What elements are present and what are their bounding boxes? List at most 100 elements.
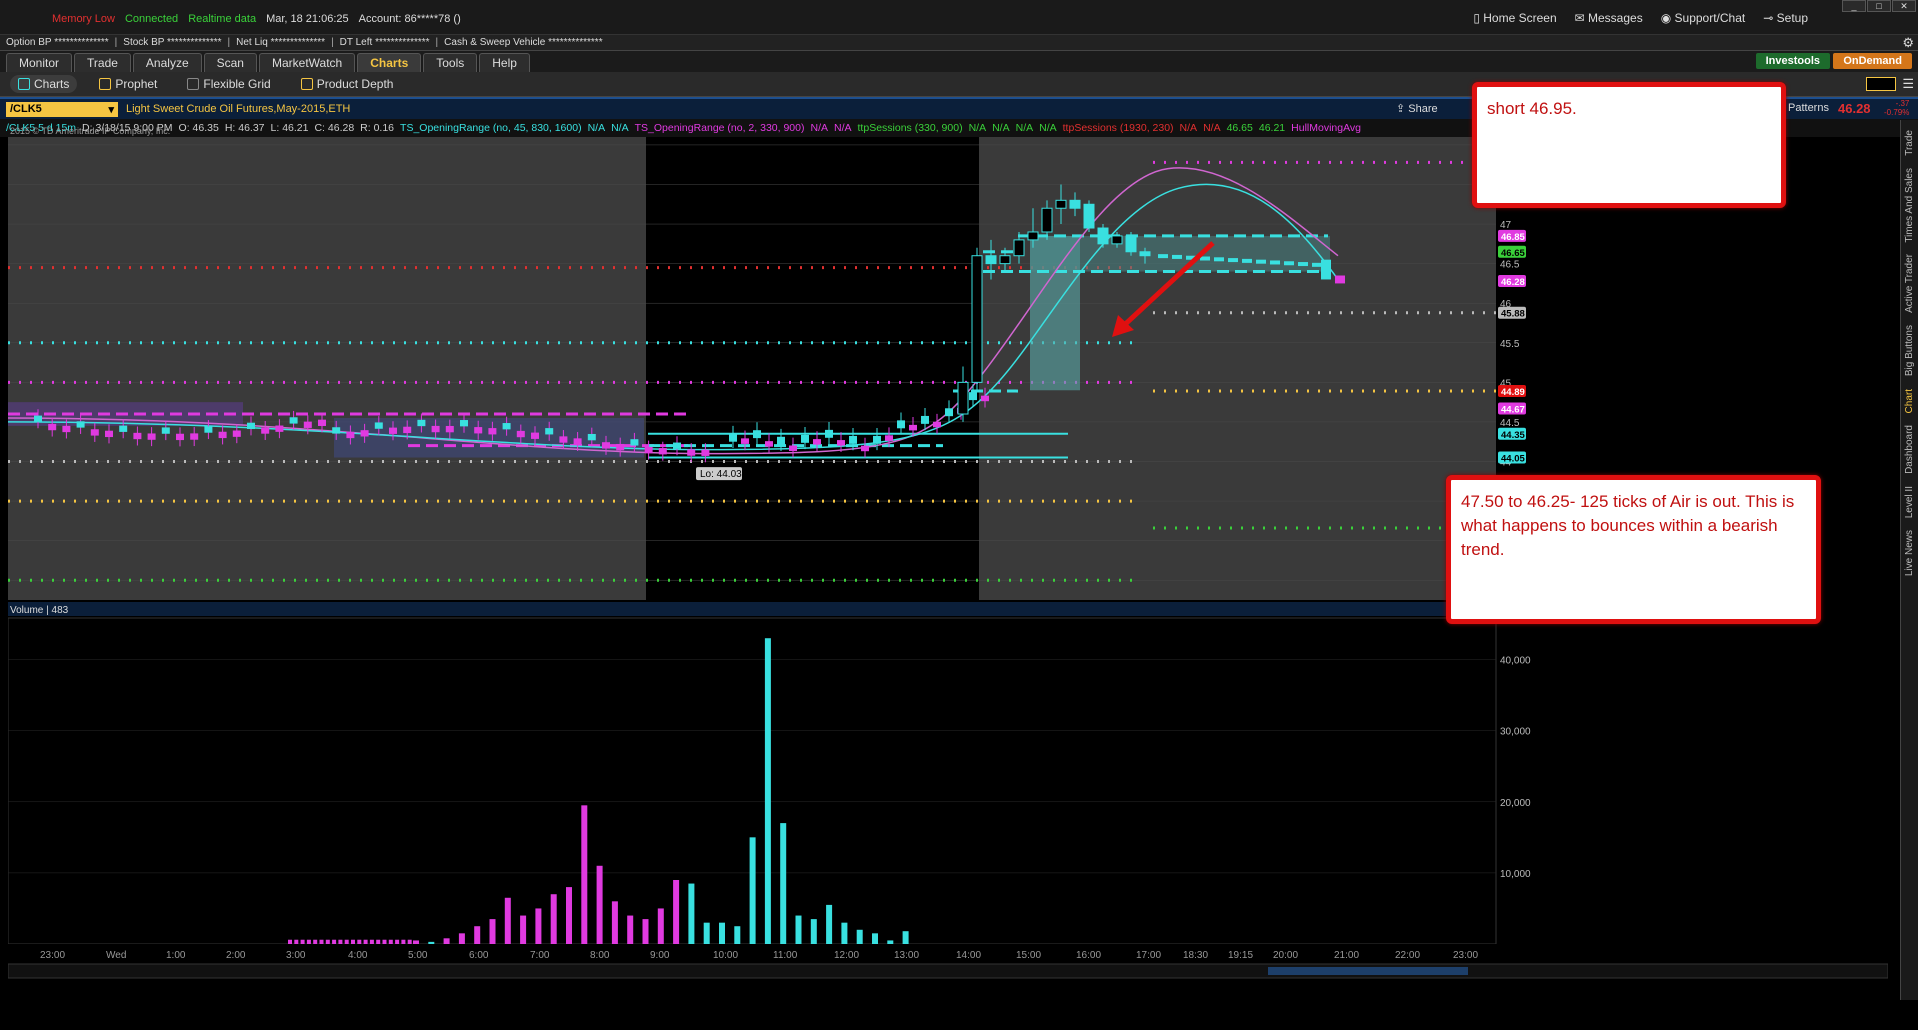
time-tick: 11:00 [773,950,798,961]
candle-body [275,425,284,432]
minimize-button[interactable]: _ [1842,0,1866,12]
subtab-charts[interactable]: Charts [10,75,78,93]
home-icon: ▯ [1473,11,1484,25]
volume-bar [458,933,465,944]
tab-help[interactable]: Help [479,53,530,72]
study-value: N/A [611,122,629,134]
account-bar: Option BP ************** | Stock BP *****… [0,35,1918,51]
candle-body [957,381,969,415]
study-value: TS_OpeningRange (no, 45, 830, 1600) [400,122,582,134]
volume-bar [413,940,419,944]
time-tick: 23:00 [1453,950,1478,961]
volume-bar [319,939,324,944]
subtab-product-depth[interactable]: Product Depth [293,75,402,93]
volume-bar [332,939,337,944]
volume-bar [344,939,349,944]
account-selector[interactable]: Account: 86*****78 () [359,13,461,25]
tab-marketwatch[interactable]: MarketWatch [258,53,356,72]
side-tab-dashboard[interactable]: Dashboard [1904,425,1915,474]
side-tab-level-ii[interactable]: Level II [1904,486,1915,518]
study-value: N/A [1203,122,1221,134]
tab-analyze[interactable]: Analyze [132,53,202,72]
time-tick: 8:00 [590,950,610,961]
candle-body [431,425,440,433]
study-value: HullMovingAvg [1291,122,1361,134]
side-tab-big-buttons[interactable]: Big Buttons [1904,325,1915,376]
candle-body [701,449,710,456]
tab-scan[interactable]: Scan [203,53,257,72]
tab-trade[interactable]: Trade [74,53,131,72]
share-button[interactable]: ⇪ Share [1396,102,1438,115]
candle-body [825,429,833,438]
price-tag: 44.67 [1501,404,1525,415]
price-change: -.37 -0.79% [1884,99,1910,117]
setup-link[interactable]: ⊸ Setup [1763,11,1808,25]
volume-bar [428,941,435,944]
candle-body [1321,259,1331,280]
candle-body [247,422,255,430]
study-value: N/A [834,122,852,134]
investools-button[interactable]: Investools [1755,53,1830,69]
candle-body [417,419,426,427]
candle-body [1270,260,1280,265]
price-tag: 44.05 [1501,454,1525,465]
volume-bar [673,880,680,944]
candle-body [516,430,525,438]
candle-body [559,436,568,443]
study-value: L: 46.21 [270,122,309,134]
side-tab-times-and-sales[interactable]: Times And Sales [1904,168,1915,243]
time-tick: 9:00 [650,950,670,961]
subtab-prophet[interactable]: Prophet [91,75,165,93]
layout-picker[interactable] [1866,77,1896,91]
candle-body [531,432,539,439]
time-tick: 2:00 [226,950,246,961]
volume-bar [749,837,756,944]
candle-body [1172,254,1182,259]
time-tick: 7:00 [530,950,550,961]
home-screen-link[interactable]: ▯ Home Screen [1473,11,1556,25]
candle-body [1069,199,1081,209]
tab-tools[interactable]: Tools [423,53,478,72]
candle-body [1097,227,1109,245]
time-tick: 18:30 [1183,950,1208,961]
candle-body [616,443,625,451]
gear-icon[interactable]: ⚙ [1902,35,1914,51]
price-tag: 46.28 [1501,277,1525,288]
candle-body [849,435,857,444]
maximize-button[interactable]: □ [1867,0,1891,12]
tab-charts[interactable]: Charts [357,53,422,72]
study-value: N/A [1015,122,1034,134]
close-window-button[interactable]: ✕ [1892,0,1916,12]
ondemand-button[interactable]: OnDemand [1833,53,1912,69]
candle-body [921,415,929,424]
chevron-down-icon: ▾ [108,103,114,116]
candle-body [687,449,696,456]
side-tab-active-trader[interactable]: Active Trader [1904,254,1915,313]
note-callout: 47.50 to 46.25- 125 ticks of Air is out.… [1446,475,1821,624]
study-value: N/A [968,122,987,134]
tab-monitor[interactable]: Monitor [6,53,73,72]
support-chat-link[interactable]: ◉ Support/Chat [1661,11,1746,25]
volume-bar [388,939,393,944]
study-value: 46.21 [1258,122,1286,134]
candle-body [332,427,341,434]
patterns-button[interactable]: Patterns [1788,102,1829,114]
volume-bar [504,897,511,944]
price-tag: 45.88 [1501,309,1525,320]
note-callout-text: 47.50 to 46.25- 125 ticks of Air is out.… [1461,492,1795,559]
candle-body [873,435,881,444]
candle-body [777,436,785,445]
candle-body [90,429,99,436]
messages-link[interactable]: ✉ Messages [1575,11,1643,25]
side-tab-live-news[interactable]: Live News [1904,530,1915,576]
volume-header: Volume | 483 [10,605,69,616]
side-tab-trade[interactable]: Trade [1904,130,1915,156]
menu-icon[interactable]: ☰ [1902,76,1914,92]
symbol-input[interactable]: /CLK5 ▾ [6,101,118,117]
side-tab-chart[interactable]: Chart [1904,389,1915,413]
volume-bar [363,939,368,944]
net-liq: Net Liq ************** [236,37,326,48]
candle-body [445,425,454,433]
time-tick: 22:00 [1395,950,1420,961]
subtab-flexible-grid[interactable]: Flexible Grid [179,75,278,93]
